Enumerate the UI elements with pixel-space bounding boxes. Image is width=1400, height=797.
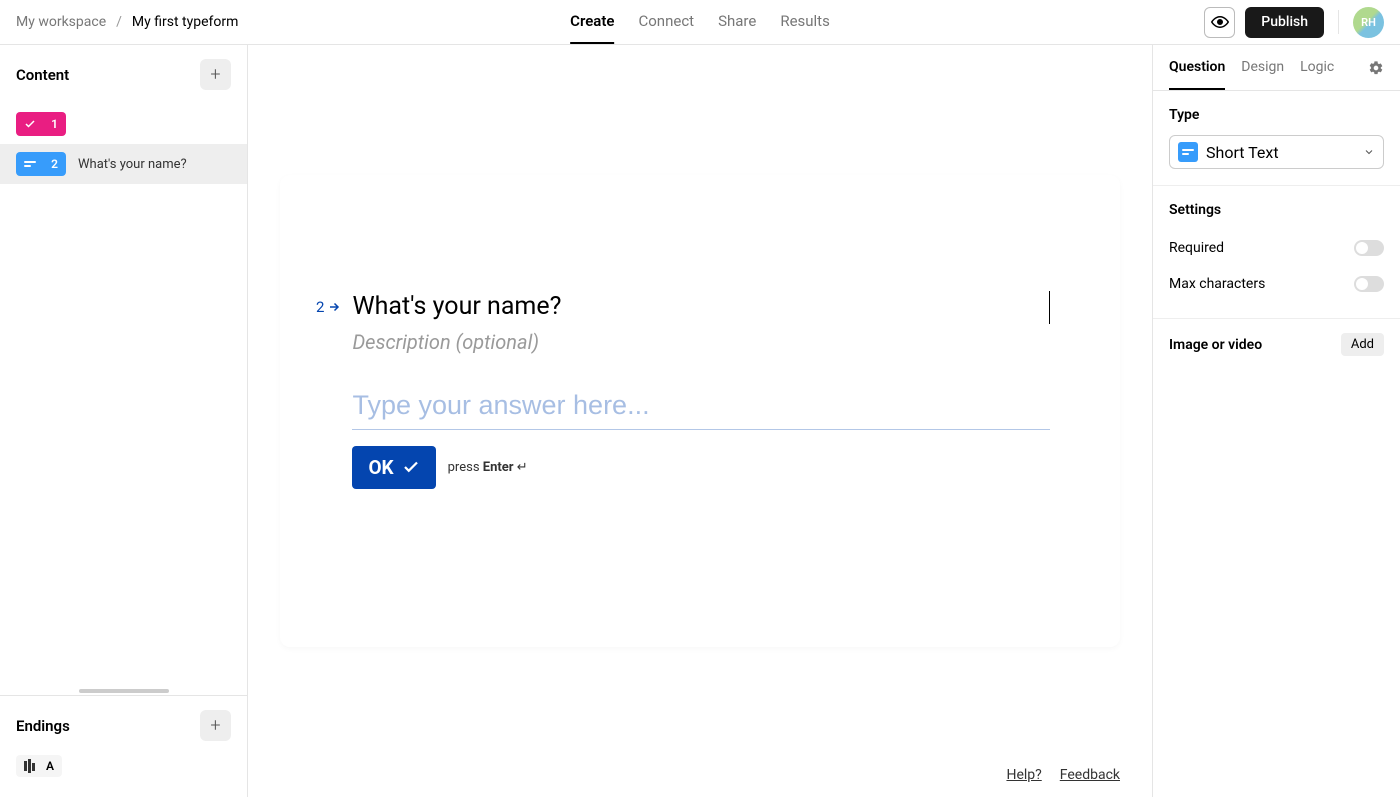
media-heading: Image or video: [1169, 337, 1262, 353]
question-number: 2: [51, 157, 58, 171]
question-badge-1: 1: [16, 112, 66, 136]
chevron-down-icon: [1363, 146, 1375, 158]
plus-icon: +: [210, 64, 220, 85]
tab-connect[interactable]: Connect: [638, 0, 694, 44]
question-number: 1: [51, 117, 58, 131]
question-card: 2 What's your name? Description (optiona…: [280, 175, 1120, 647]
question-label: What's your name?: [78, 157, 187, 172]
type-select[interactable]: Short Text: [1169, 135, 1384, 169]
settings-gear-button[interactable]: [1368, 60, 1384, 76]
workspace-link[interactable]: My workspace: [16, 14, 106, 30]
sidebar-left: Content + 1 2: [0, 45, 248, 797]
type-value: Short Text: [1206, 143, 1279, 162]
tab-design[interactable]: Design: [1241, 45, 1284, 90]
question-badge-2: 2: [16, 152, 66, 176]
divider: [1338, 10, 1339, 34]
canvas: 2 What's your name? Description (optiona…: [248, 45, 1152, 797]
required-label: Required: [1169, 240, 1224, 256]
add-question-button[interactable]: +: [200, 59, 231, 90]
endings-heading: Endings: [16, 717, 70, 735]
arrow-right-icon: [328, 301, 340, 313]
maxchars-toggle[interactable]: [1354, 276, 1384, 292]
main-tabs: Create Connect Share Results: [570, 0, 830, 44]
eye-icon: [1211, 13, 1229, 31]
short-text-icon: [24, 159, 36, 169]
preview-button[interactable]: [1204, 7, 1235, 38]
breadcrumb-separator: /: [116, 14, 122, 30]
add-ending-button[interactable]: +: [200, 710, 231, 741]
required-toggle[interactable]: [1354, 240, 1384, 256]
publish-button[interactable]: Publish: [1245, 7, 1324, 38]
question-marker: 2: [316, 298, 340, 316]
enter-hint: press Enter ↵: [448, 460, 528, 475]
short-text-icon: [1178, 142, 1198, 162]
avatar[interactable]: RH: [1353, 7, 1384, 38]
ending-label: A: [46, 759, 54, 773]
sidebar-right: Question Design Logic Type Short Text: [1152, 45, 1400, 797]
settings-heading: Settings: [1169, 202, 1384, 218]
resize-handle[interactable]: [0, 687, 247, 695]
ending-icon: [24, 759, 38, 773]
question-description-input[interactable]: Description (optional): [352, 330, 1050, 354]
tab-results[interactable]: Results: [780, 0, 830, 44]
tab-logic[interactable]: Logic: [1300, 45, 1334, 90]
question-item-2[interactable]: 2 What's your name?: [0, 144, 247, 184]
ok-label: OK: [368, 456, 393, 479]
tab-question[interactable]: Question: [1169, 45, 1225, 90]
form-name[interactable]: My first typeform: [132, 14, 238, 30]
check-icon: [24, 118, 36, 130]
answer-input[interactable]: [352, 386, 1050, 430]
tab-create[interactable]: Create: [570, 0, 614, 44]
check-icon: [402, 458, 420, 476]
ending-item[interactable]: A: [16, 755, 62, 777]
gear-icon: [1368, 60, 1384, 76]
content-heading: Content: [16, 66, 69, 84]
maxchars-label: Max characters: [1169, 276, 1265, 292]
question-index: 2: [316, 298, 324, 316]
breadcrumb: My workspace / My first typeform: [16, 14, 238, 30]
ok-button[interactable]: OK: [352, 446, 435, 489]
plus-icon: +: [210, 715, 220, 736]
tab-share[interactable]: Share: [718, 0, 756, 44]
help-link[interactable]: Help?: [1006, 767, 1041, 783]
question-item-1[interactable]: 1: [0, 104, 247, 144]
question-title-input[interactable]: What's your name?: [352, 291, 1050, 324]
feedback-link[interactable]: Feedback: [1060, 767, 1120, 783]
add-media-button[interactable]: Add: [1341, 333, 1384, 356]
type-heading: Type: [1169, 107, 1384, 123]
